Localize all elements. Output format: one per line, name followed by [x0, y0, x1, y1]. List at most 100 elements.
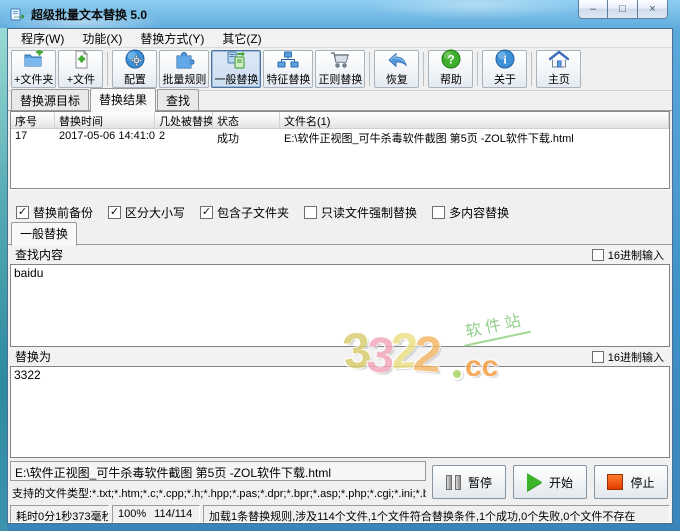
checkbox-box: ✓ — [16, 205, 29, 219]
add-folder-icon — [23, 50, 45, 70]
regex-replace-button[interactable]: 正则替换 — [315, 50, 366, 88]
batch-rules-button[interactable]: 批量规则 — [159, 50, 210, 88]
column-header-index[interactable]: 序号 — [11, 112, 55, 128]
supported-file-types: 支持的文件类型:*.txt;*.htm;*.c;*.cpp;*.h;*.hpp;… — [12, 488, 426, 500]
batch-rules-label: 批量规则 — [162, 74, 207, 86]
svg-text:?: ? — [447, 53, 454, 67]
start-label: 开始 — [548, 475, 573, 490]
window-controls: – □ × — [578, 0, 668, 19]
status-message: 加载1条替换规则,涉及114个文件,1个文件符合替换条件,1个成功,0个失败,0… — [203, 505, 670, 523]
menu-other[interactable]: 其它(Z) — [213, 29, 270, 48]
close-icon[interactable]: × — [638, 0, 668, 19]
status-progress: 100% 114/114 — [112, 505, 200, 523]
checkbox-label: 替换前备份 — [33, 205, 94, 220]
column-header-status[interactable]: 状态 — [213, 112, 280, 128]
checkbox-case-sensitive[interactable]: ✓ 区分大小写 — [108, 204, 185, 221]
config-button[interactable]: 配置 — [112, 48, 158, 88]
find-label: 查找内容 — [15, 248, 64, 262]
help-icon: ? — [440, 48, 462, 70]
find-label-row: 查找内容 16进制输入 — [8, 245, 672, 264]
checkbox-label: 多内容替换 — [449, 205, 510, 220]
restore-arrow-icon — [385, 50, 409, 70]
result-tabstrip: 替换源目标 替换结果 查找 — [8, 88, 672, 112]
general-replace-icon — [225, 50, 247, 70]
home-button[interactable]: 主页 — [536, 50, 582, 88]
maximize-icon[interactable]: □ — [608, 0, 638, 19]
status-bar: 耗时0分1秒373毫秒 100% 114/114 加载1条替换规则,涉及114个… — [8, 504, 672, 525]
checkbox-box — [432, 205, 446, 219]
replace-input[interactable]: 3322 — [10, 366, 670, 458]
hex-label: 16进制输入 — [607, 351, 664, 364]
menu-program[interactable]: 程序(W) — [12, 29, 73, 48]
general-replace-button[interactable]: 一般替换 — [211, 50, 262, 88]
bottom-left: E:\软件正视图_可牛杀毒软件截图 第5页 -ZOL软件下载.html 支持的文… — [10, 461, 426, 503]
current-file-path: E:\软件正视图_可牛杀毒软件截图 第5页 -ZOL软件下载.html — [10, 461, 426, 481]
checkbox-backup-before-replace[interactable]: ✓ 替换前备份 — [16, 204, 93, 221]
find-hex-checkbox[interactable]: 16进制输入 — [591, 247, 664, 263]
pause-button[interactable]: 暂停 — [432, 465, 506, 499]
play-icon — [526, 473, 542, 491]
replace-hex-checkbox[interactable]: 16进制输入 — [591, 349, 664, 365]
column-header-time[interactable]: 替换时间 — [55, 112, 155, 128]
checkbox-force-readonly[interactable]: 只读文件强制替换 — [304, 204, 417, 221]
restore-button[interactable]: 恢复 — [374, 50, 420, 88]
tab-replace-results[interactable]: 替换结果 — [90, 88, 157, 112]
bottom-panel: E:\软件正视图_可牛杀毒软件截图 第5页 -ZOL软件下载.html 支持的文… — [8, 458, 672, 504]
spacer — [8, 189, 672, 200]
checkbox-include-subfolders[interactable]: ✓ 包含子文件夹 — [200, 204, 289, 221]
regex-replace-label: 正则替换 — [318, 74, 363, 86]
start-button[interactable]: 开始 — [513, 465, 587, 499]
feature-replace-label: 特征替换 — [266, 74, 311, 86]
tab-replace-source[interactable]: 替换源目标 — [11, 89, 90, 111]
tab-search[interactable]: 查找 — [157, 89, 200, 111]
checkbox-multi-content[interactable]: 多内容替换 — [432, 204, 509, 221]
stop-label: 停止 — [630, 475, 655, 490]
checkbox-box — [304, 205, 318, 219]
cell-index: 17 — [15, 130, 28, 142]
help-button[interactable]: ? 帮助 — [428, 48, 474, 88]
title-bar[interactable]: 超级批量文本替换 5.0 – □ × — [0, 0, 680, 28]
add-folder-button[interactable]: +文件夹 — [11, 50, 57, 88]
replace-mode-tabstrip: 一般替换 — [8, 222, 672, 246]
find-input[interactable]: baidu — [10, 264, 670, 347]
window-left-border — [0, 28, 7, 531]
config-gear-icon — [124, 48, 146, 70]
replace-label: 替换为 — [15, 350, 52, 364]
hex-label: 16进制输入 — [607, 249, 664, 262]
config-label: 配置 — [123, 74, 146, 86]
cell-count: 2 — [159, 130, 166, 142]
status-count: 114/114 — [154, 508, 193, 520]
results-table: 序号 替换时间 几处被替换 状态 文件名(1) 17 2017-05-06 14… — [10, 111, 670, 189]
checkbox-box — [591, 248, 604, 261]
action-buttons: 暂停 开始 停止 — [432, 461, 670, 503]
checkbox-label: 包含子文件夹 — [217, 205, 290, 220]
add-file-label: +文件 — [66, 74, 96, 86]
window-title: 超级批量文本替换 5.0 — [31, 7, 148, 22]
results-table-header: 序号 替换时间 几处被替换 状态 文件名(1) — [11, 112, 669, 129]
about-label: 关于 — [493, 74, 516, 86]
checkbox-label: 只读文件强制替换 — [321, 205, 418, 220]
batch-rules-puzzle-icon — [173, 50, 195, 70]
pause-icon — [445, 474, 461, 490]
menu-bar: 程序(W) 功能(X) 替换方式(Y) 其它(Z) — [8, 29, 672, 48]
menu-function[interactable]: 功能(X) — [73, 29, 131, 48]
column-header-filename[interactable]: 文件名(1) — [280, 112, 669, 128]
checkbox-box: ✓ — [108, 205, 122, 219]
tab-general-replace[interactable]: 一般替换 — [11, 222, 78, 246]
toolbar-separator — [369, 52, 371, 86]
feature-replace-tree-icon — [276, 50, 300, 70]
checkbox-box — [591, 350, 604, 363]
checkbox-label: 区分大小写 — [125, 205, 186, 220]
feature-replace-button[interactable]: 特征替换 — [263, 50, 314, 88]
toolbar-separator — [477, 52, 479, 86]
minimize-icon[interactable]: – — [578, 0, 608, 19]
table-row[interactable]: 17 2017-05-06 14:41:01 2 成功 E:\软件正视图_可牛杀… — [11, 129, 669, 145]
cell-time: 2017-05-06 14:41:01 — [59, 130, 155, 142]
about-button[interactable]: i 关于 — [482, 49, 528, 88]
menu-replace-mode[interactable]: 替换方式(Y) — [131, 29, 213, 48]
stop-button[interactable]: 停止 — [594, 465, 668, 499]
column-header-count[interactable]: 几处被替换 — [155, 112, 213, 128]
home-label: 主页 — [547, 74, 570, 86]
app-window: 超级批量文本替换 5.0 – □ × 程序(W) 功能(X) 替换方式(Y) 其… — [0, 0, 680, 531]
add-file-button[interactable]: +文件 — [58, 50, 104, 88]
